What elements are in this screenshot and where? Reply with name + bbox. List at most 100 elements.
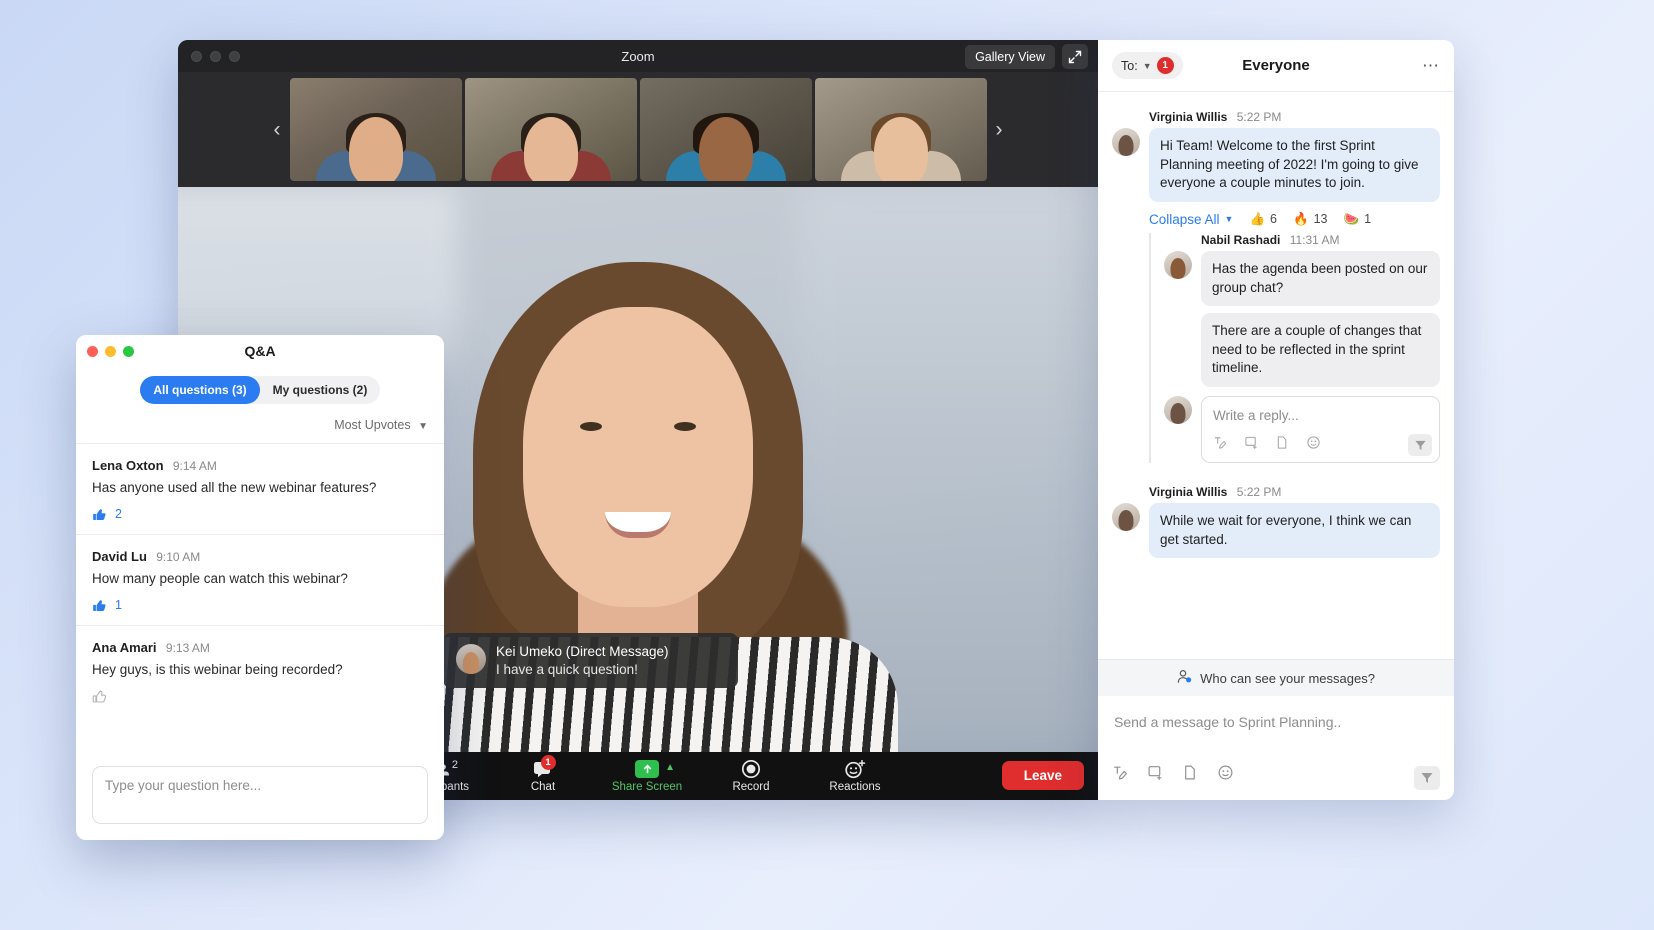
reaction-fire[interactable]: 🔥 13 bbox=[1293, 212, 1327, 227]
own-avatar bbox=[1164, 396, 1192, 424]
send-reply-button[interactable] bbox=[1408, 434, 1432, 456]
qa-question-input[interactable]: Type your question here... bbox=[92, 766, 428, 824]
thread-reply-composer[interactable]: Write a reply... bbox=[1164, 396, 1440, 463]
reaction-thumbsup[interactable]: 👍 6 bbox=[1249, 212, 1277, 227]
share-screen-button[interactable]: ▲ Share Screen bbox=[608, 759, 686, 793]
qa-tabs: All questions (3) My questions (2) bbox=[140, 376, 380, 404]
send-icon bbox=[1420, 771, 1434, 785]
message-time: 5:22 PM bbox=[1237, 110, 1282, 124]
participant-thumbnail-2[interactable] bbox=[465, 78, 637, 181]
message-bubble: While we wait for everyone, I think we c… bbox=[1149, 503, 1440, 558]
message-meta: Virginia Willis 5:22 PM bbox=[1149, 110, 1440, 124]
qa-time: 9:13 AM bbox=[166, 641, 210, 655]
qa-sort-dropdown[interactable]: Most Upvotes ▼ bbox=[76, 404, 444, 443]
chat-message: Virginia Willis 5:22 PM Hi Team! Welcome… bbox=[1112, 110, 1440, 202]
qa-question-text: How many people can watch this webinar? bbox=[92, 571, 428, 586]
qa-upvote-control[interactable] bbox=[92, 688, 428, 704]
file-icon[interactable] bbox=[1182, 764, 1199, 786]
dm-sender-name: Kei Umeko (Direct Message) bbox=[496, 644, 669, 659]
emoji-icon[interactable] bbox=[1306, 435, 1321, 455]
chat-icon: 1 bbox=[533, 759, 554, 779]
dm-sender-avatar bbox=[456, 644, 486, 674]
tab-my-questions[interactable]: My questions (2) bbox=[260, 376, 380, 404]
who-can-see-label: Who can see your messages? bbox=[1200, 671, 1375, 686]
reaction-watermelon[interactable]: 🍉 1 bbox=[1343, 212, 1371, 227]
file-icon[interactable] bbox=[1275, 435, 1290, 455]
qa-title: Q&A bbox=[76, 343, 444, 359]
who-can-see-messages-link[interactable]: Who can see your messages? bbox=[1098, 659, 1454, 696]
qa-question-text: Hey guys, is this webinar being recorded… bbox=[92, 662, 428, 677]
qa-question-list[interactable]: Lena Oxton 9:14 AM Has anyone used all t… bbox=[76, 443, 444, 760]
thread-reply-meta: Nabil Rashadi 11:31 AM bbox=[1201, 233, 1440, 247]
chevron-down-icon: ▼ bbox=[1225, 214, 1234, 224]
message-thread: Nabil Rashadi 11:31 AM Has the agenda be… bbox=[1149, 233, 1440, 463]
thread-avatar bbox=[1164, 251, 1192, 279]
gallery-view-button[interactable]: Gallery View bbox=[965, 45, 1055, 69]
collapse-all-button[interactable]: Collapse All ▼ bbox=[1149, 212, 1233, 227]
thread-bubble: Has the agenda been posted on our group … bbox=[1201, 251, 1440, 306]
chat-panel-header: To: ▼ 1 Everyone ⋯ bbox=[1098, 40, 1454, 92]
qa-upvote-control[interactable]: 2 bbox=[92, 506, 428, 522]
leave-meeting-button[interactable]: Leave bbox=[1002, 761, 1084, 790]
zoom-titlebar: Zoom Gallery View bbox=[178, 40, 1098, 72]
participant-thumbnail-4[interactable] bbox=[815, 78, 987, 181]
filmstrip-prev-icon[interactable]: ‹ bbox=[263, 118, 291, 142]
thread-time: 11:31 AM bbox=[1290, 233, 1340, 247]
more-options-icon[interactable]: ⋯ bbox=[1422, 56, 1440, 76]
chat-panel: To: ▼ 1 Everyone ⋯ Virginia Willis 5:22 … bbox=[1098, 40, 1454, 800]
chat-label: Chat bbox=[531, 781, 555, 793]
thumbs-up-icon bbox=[92, 597, 108, 613]
qa-question-meta: David Lu 9:10 AM bbox=[92, 549, 428, 564]
chat-recipient-selector[interactable]: To: ▼ 1 bbox=[1112, 52, 1183, 79]
qa-upvote-count: 1 bbox=[115, 598, 122, 612]
qa-sort-label: Most Upvotes bbox=[334, 418, 410, 432]
chat-message-list[interactable]: Virginia Willis 5:22 PM Hi Team! Welcome… bbox=[1098, 92, 1454, 659]
reactions-icon bbox=[844, 759, 866, 779]
participant-thumbnail-3[interactable] bbox=[640, 78, 812, 181]
participant-thumbnail-1[interactable] bbox=[290, 78, 462, 181]
chat-recipient-badge: 1 bbox=[1157, 57, 1174, 74]
qa-author: David Lu bbox=[92, 549, 147, 564]
expand-fullscreen-button[interactable] bbox=[1062, 44, 1088, 69]
reaction-count: 13 bbox=[1314, 212, 1328, 226]
reaction-emoji: 👍 bbox=[1249, 212, 1265, 227]
qa-titlebar: Q&A bbox=[76, 335, 444, 367]
message-time: 5:22 PM bbox=[1237, 485, 1282, 499]
record-icon bbox=[741, 759, 761, 779]
chat-composer[interactable]: Send a message to Sprint Planning.. bbox=[1098, 696, 1454, 800]
message-author: Virginia Willis bbox=[1149, 485, 1227, 499]
share-options-caret-icon[interactable]: ▲ bbox=[665, 762, 675, 773]
message-avatar bbox=[1112, 128, 1140, 156]
screenshot-icon[interactable] bbox=[1147, 764, 1164, 786]
thread-author: Nabil Rashadi bbox=[1201, 233, 1280, 247]
record-button[interactable]: Record bbox=[712, 759, 790, 793]
qa-upvote-count: 2 bbox=[115, 507, 122, 521]
screenshot-icon[interactable] bbox=[1244, 435, 1259, 455]
chat-unread-badge: 1 bbox=[541, 755, 556, 770]
record-label: Record bbox=[732, 781, 769, 793]
qa-upvote-control[interactable]: 1 bbox=[92, 597, 428, 613]
filmstrip-next-icon[interactable]: › bbox=[985, 118, 1013, 142]
chat-to-label: To: bbox=[1121, 59, 1138, 73]
format-text-icon[interactable] bbox=[1213, 435, 1228, 455]
send-message-button[interactable] bbox=[1414, 766, 1440, 790]
chat-message: Virginia Willis 5:22 PM While we wait fo… bbox=[1112, 485, 1440, 558]
qa-question-text: Has anyone used all the new webinar feat… bbox=[92, 480, 428, 495]
direct-message-toast[interactable]: Kei Umeko (Direct Message) I have a quic… bbox=[443, 633, 738, 688]
participant-filmstrip: ‹ › bbox=[178, 72, 1098, 187]
tab-all-questions[interactable]: All questions (3) bbox=[140, 376, 260, 404]
person-privacy-icon bbox=[1177, 669, 1193, 687]
participants-count: 2 bbox=[452, 759, 458, 771]
chat-button[interactable]: 1 Chat bbox=[504, 759, 582, 793]
qa-question-item: David Lu 9:10 AM How many people can wat… bbox=[76, 534, 444, 625]
reaction-emoji: 🔥 bbox=[1293, 212, 1309, 227]
emoji-icon[interactable] bbox=[1217, 764, 1234, 786]
format-text-icon[interactable] bbox=[1112, 764, 1129, 786]
message-author: Virginia Willis bbox=[1149, 110, 1227, 124]
qa-question-meta: Ana Amari 9:13 AM bbox=[92, 640, 428, 655]
thumbs-up-icon bbox=[92, 688, 108, 704]
reply-input[interactable]: Write a reply... bbox=[1201, 396, 1440, 463]
reactions-button[interactable]: Reactions bbox=[816, 759, 894, 793]
expand-icon bbox=[1068, 50, 1082, 64]
reaction-count: 1 bbox=[1364, 212, 1371, 226]
